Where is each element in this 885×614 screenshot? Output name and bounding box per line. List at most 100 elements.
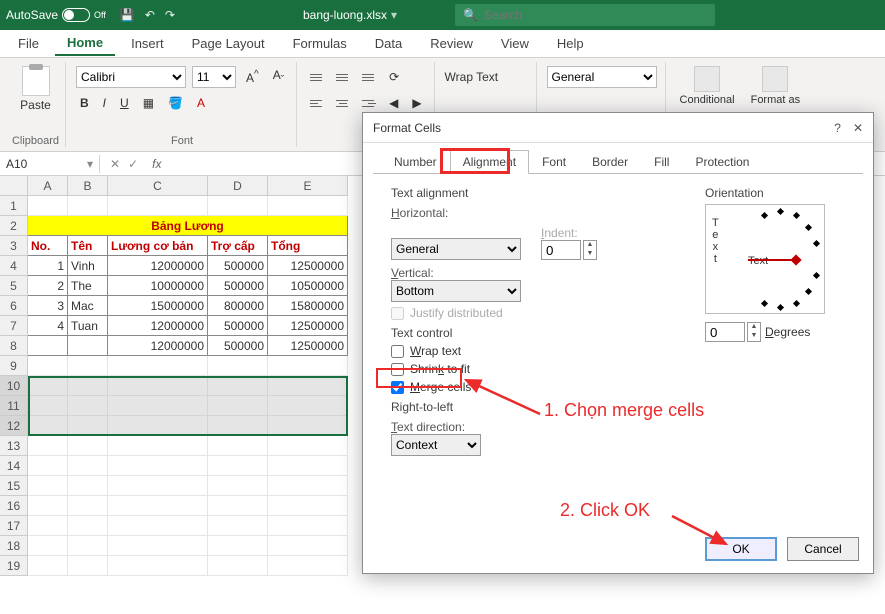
row-header[interactable]: 17 bbox=[0, 516, 28, 536]
border-icon[interactable]: ▦ bbox=[139, 94, 158, 112]
cell[interactable] bbox=[28, 516, 68, 536]
col-header[interactable]: D bbox=[208, 176, 268, 196]
cell[interactable] bbox=[208, 416, 268, 436]
cell[interactable]: 1 bbox=[28, 256, 68, 276]
row-header[interactable]: 12 bbox=[0, 416, 28, 436]
row-header[interactable]: 11 bbox=[0, 396, 28, 416]
cell[interactable] bbox=[68, 416, 108, 436]
cell[interactable] bbox=[108, 476, 208, 496]
cell[interactable]: Lương cơ bản bbox=[108, 236, 208, 256]
cell[interactable] bbox=[68, 476, 108, 496]
align-center-icon[interactable] bbox=[333, 94, 353, 112]
cell[interactable] bbox=[268, 416, 348, 436]
row-header[interactable]: 1 bbox=[0, 196, 28, 216]
save-icon[interactable]: 💾 bbox=[120, 8, 135, 22]
select-all-corner[interactable] bbox=[0, 176, 28, 196]
paste-button[interactable]: Paste bbox=[14, 64, 57, 114]
row-header[interactable]: 5 bbox=[0, 276, 28, 296]
wrap-text-button[interactable]: Wrap Text bbox=[445, 70, 499, 84]
cell[interactable] bbox=[108, 196, 208, 216]
close-icon[interactable]: ✕ bbox=[853, 121, 863, 135]
cell[interactable]: 500000 bbox=[208, 316, 268, 336]
cell[interactable]: Mac bbox=[68, 296, 108, 316]
cell[interactable]: Tổng bbox=[268, 236, 348, 256]
tab-data[interactable]: Data bbox=[363, 32, 414, 55]
cell[interactable]: 4 bbox=[28, 316, 68, 336]
cell[interactable]: 12500000 bbox=[268, 316, 348, 336]
tab-insert[interactable]: Insert bbox=[119, 32, 176, 55]
ok-button[interactable]: OK bbox=[705, 537, 777, 561]
tab-page-layout[interactable]: Page Layout bbox=[180, 32, 277, 55]
cell[interactable] bbox=[208, 436, 268, 456]
cell[interactable]: Tên bbox=[68, 236, 108, 256]
cell[interactable]: Tuan bbox=[68, 316, 108, 336]
row-header[interactable]: 7 bbox=[0, 316, 28, 336]
cell[interactable] bbox=[68, 336, 108, 356]
redo-icon[interactable]: ↷ bbox=[165, 8, 175, 22]
cell[interactable] bbox=[28, 456, 68, 476]
align-bottom-icon[interactable] bbox=[359, 68, 379, 86]
cell[interactable] bbox=[208, 516, 268, 536]
cell[interactable] bbox=[268, 476, 348, 496]
cell[interactable] bbox=[28, 336, 68, 356]
cell[interactable]: 500000 bbox=[208, 276, 268, 296]
row-header[interactable]: 18 bbox=[0, 536, 28, 556]
tab-formulas[interactable]: Formulas bbox=[281, 32, 359, 55]
cell[interactable] bbox=[28, 376, 68, 396]
cell[interactable] bbox=[208, 396, 268, 416]
cell[interactable] bbox=[68, 396, 108, 416]
dlg-tab-alignment[interactable]: Alignment bbox=[450, 150, 529, 174]
cell[interactable]: 12000000 bbox=[108, 316, 208, 336]
row-header[interactable]: 16 bbox=[0, 496, 28, 516]
cell[interactable]: 500000 bbox=[208, 336, 268, 356]
cell[interactable] bbox=[268, 396, 348, 416]
align-left-icon[interactable] bbox=[307, 94, 327, 112]
cell[interactable]: 15000000 bbox=[108, 296, 208, 316]
decrease-indent-icon[interactable]: ◀ bbox=[385, 94, 402, 112]
cell[interactable] bbox=[108, 376, 208, 396]
cell[interactable] bbox=[68, 536, 108, 556]
indent-spinner[interactable]: ▲▼ bbox=[583, 240, 597, 260]
tab-view[interactable]: View bbox=[489, 32, 541, 55]
tab-help[interactable]: Help bbox=[545, 32, 596, 55]
orientation-icon[interactable]: ⟳ bbox=[385, 68, 403, 86]
tab-file[interactable]: File bbox=[6, 32, 51, 55]
cell[interactable]: 800000 bbox=[208, 296, 268, 316]
format-as-table-button[interactable]: Format as bbox=[747, 64, 805, 108]
cell[interactable] bbox=[28, 356, 68, 376]
cell[interactable] bbox=[268, 436, 348, 456]
fill-color-icon[interactable]: 🪣 bbox=[164, 94, 187, 112]
cell[interactable]: No. bbox=[28, 236, 68, 256]
cell[interactable] bbox=[28, 416, 68, 436]
italic-button[interactable]: I bbox=[99, 94, 110, 112]
cell[interactable] bbox=[268, 356, 348, 376]
align-middle-icon[interactable] bbox=[333, 68, 353, 86]
search-input[interactable] bbox=[484, 8, 707, 22]
font-size-select[interactable]: 11 bbox=[192, 66, 236, 88]
cell[interactable] bbox=[68, 356, 108, 376]
cell[interactable] bbox=[268, 536, 348, 556]
cell[interactable] bbox=[108, 516, 208, 536]
dlg-tab-border[interactable]: Border bbox=[579, 150, 641, 174]
row-header[interactable]: 4 bbox=[0, 256, 28, 276]
degrees-input[interactable] bbox=[705, 322, 745, 342]
row-header[interactable]: 3 bbox=[0, 236, 28, 256]
cell[interactable] bbox=[108, 556, 208, 576]
cell[interactable]: 12000000 bbox=[108, 336, 208, 356]
row-header[interactable]: 15 bbox=[0, 476, 28, 496]
cell[interactable] bbox=[108, 356, 208, 376]
search-box[interactable]: 🔍 bbox=[455, 4, 715, 26]
text-direction-select[interactable]: Context bbox=[391, 434, 481, 456]
cell[interactable] bbox=[28, 496, 68, 516]
row-header[interactable]: 6 bbox=[0, 296, 28, 316]
cell[interactable] bbox=[208, 456, 268, 476]
cell[interactable] bbox=[28, 196, 68, 216]
undo-icon[interactable]: ↶ bbox=[145, 8, 155, 22]
shrink-checkbox[interactable] bbox=[391, 363, 404, 376]
cell[interactable]: 15800000 bbox=[268, 296, 348, 316]
grid[interactable]: Bảng LươngNo.TênLương cơ bảnTrợ cấpTổng1… bbox=[28, 196, 348, 576]
cell[interactable] bbox=[108, 456, 208, 476]
cell[interactable] bbox=[68, 496, 108, 516]
cell[interactable]: 12500000 bbox=[268, 336, 348, 356]
chevron-down-icon[interactable]: ▾ bbox=[391, 8, 397, 22]
